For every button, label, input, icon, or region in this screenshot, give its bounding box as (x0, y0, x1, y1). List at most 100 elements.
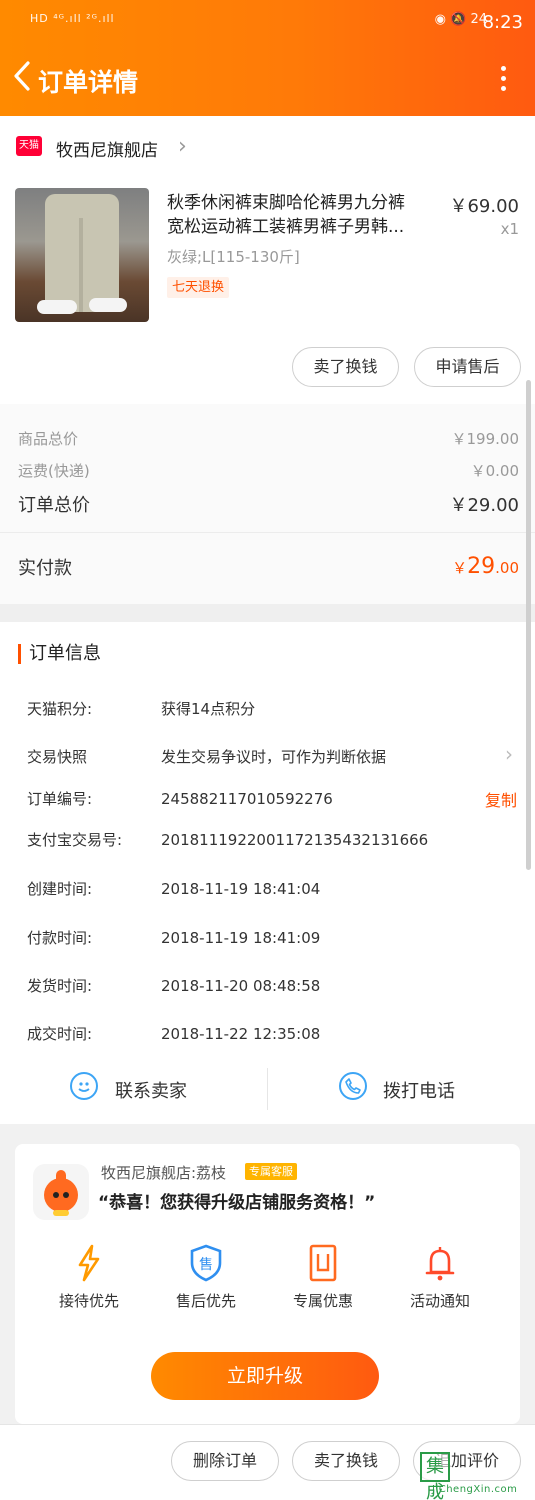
alipay-value: 2018111922001172135432131666 (161, 831, 429, 849)
created-label: 创建时间: (27, 880, 93, 898)
paid-decimal: .00 (495, 559, 519, 577)
created-row: 创建时间: 2018-11-19 18:41:04 (27, 878, 320, 899)
vip-service-card: 牧西尼旗舰店:荔枝 专属客服 “恭喜！您获得升级店铺服务资格！” 接待优先 售 … (15, 1144, 520, 1424)
pants-illustration (45, 194, 119, 312)
service-badge: 专属客服 (245, 1163, 297, 1180)
snapshot-label: 交易快照 (27, 748, 88, 766)
shipping-label: 运费(快递) (18, 462, 90, 480)
contact-seller-label: 联系卖家 (115, 1081, 187, 1102)
product-quantity: x1 (500, 220, 519, 238)
perk-label: 售后优先 (175, 1292, 236, 1310)
goods-total-value: ￥199.00 (451, 430, 520, 448)
tmall-badge: 天猫 (16, 136, 42, 156)
nav-bar: 订单详情 (0, 52, 535, 108)
app-header: HD ⁴ᴳ.ıll ²ᴳ.ıll ◉ 🔕 24 8:23 订单详情 (0, 0, 535, 116)
paid-integer: 29 (467, 554, 496, 579)
call-phone-button[interactable]: 拨打电话 (339, 1068, 519, 1112)
perk-priority-reception[interactable]: 接待优先 (39, 1244, 139, 1311)
order-number-value: 245882117010592276 (161, 790, 333, 808)
snapshot-value: 发生交易争议时，可作为判断依据 (161, 748, 387, 766)
watermark-logo: 集成网 (420, 1452, 450, 1500)
order-total-row: 订单总价 ￥29.00 (18, 491, 519, 517)
product-title-line2: 宽松运动裤工装裤男裤子男韩... (167, 217, 405, 237)
chat-icon (70, 1072, 98, 1100)
status-bar: HD ⁴ᴳ.ıll ²ᴳ.ıll ◉ 🔕 24 8:23 (0, 0, 535, 44)
delete-order-button[interactable]: 删除订单 (171, 1441, 279, 1481)
order-total-label: 订单总价 (18, 495, 90, 516)
snapshot-row[interactable]: 交易快照 发生交易争议时，可作为判断依据 (27, 746, 386, 767)
mascot-eye (53, 1192, 59, 1198)
mascot-bow (53, 1210, 69, 1216)
alipay-row: 支付宝交易号: 2018111922001172135432131666 (27, 829, 428, 850)
copy-button[interactable]: 复制 (485, 787, 517, 811)
completed-label: 成交时间: (27, 1025, 93, 1043)
return-policy-tag: 七天退换 (167, 277, 230, 298)
watermark: 集成网 JiChengXin.com (420, 1452, 532, 1500)
paid-time-row: 付款时间: 2018-11-19 18:41:09 (27, 927, 320, 948)
upgrade-button[interactable]: 立即升级 (151, 1352, 379, 1400)
call-phone-label: 拨打电话 (383, 1081, 455, 1102)
points-label: 天猫积分: (27, 700, 93, 718)
order-number-label: 订单编号: (27, 790, 93, 808)
shipping-row: 运费(快递) ￥0.00 (18, 460, 519, 481)
contact-seller-button[interactable]: 联系卖家 (70, 1068, 250, 1112)
shoe-left-shape (37, 300, 77, 314)
completed-row: 成交时间: 2018-11-22 12:35:08 (27, 1023, 320, 1044)
alipay-label: 支付宝交易号: (27, 831, 123, 849)
shipping-value: ￥0.00 (470, 462, 519, 480)
clock: 8:23 (482, 12, 523, 33)
product-title-line1: 秋季休闲裤束脚哈伦裤男九分裤 (167, 193, 405, 213)
coupon-icon (306, 1244, 340, 1282)
perk-label: 活动通知 (409, 1292, 470, 1310)
chevron-right-icon[interactable]: › (505, 742, 513, 766)
mascot-shape (44, 1170, 78, 1212)
divider (267, 1068, 268, 1110)
paid-time-label: 付款时间: (27, 929, 93, 947)
product-price: ￥69.00 (449, 196, 519, 217)
chevron-left-icon[interactable] (10, 60, 36, 92)
perk-after-sale[interactable]: 售 售后优先 (156, 1244, 256, 1311)
scrollbar[interactable] (526, 380, 531, 870)
avatar (33, 1164, 89, 1220)
goods-total-label: 商品总价 (18, 430, 79, 448)
points-value: 获得14点积分 (161, 700, 256, 718)
mascot-eye (63, 1192, 69, 1198)
paid-row: 实付款 ￥29.00 (18, 554, 519, 580)
paid-value: ￥29.00 (452, 554, 519, 579)
shipped-value: 2018-11-20 08:48:58 (161, 977, 321, 995)
shop-name: 牧西尼旗舰店 (56, 141, 158, 161)
goods-total-row: 商品总价 ￥199.00 (18, 428, 519, 449)
status-icons: ◉ 🔕 24 (434, 12, 487, 27)
order-info-heading: 订单信息 (18, 644, 101, 664)
sell-button[interactable]: 卖了换钱 (292, 347, 399, 387)
perk-label: 专属优惠 (292, 1292, 353, 1310)
more-vertical-icon[interactable] (501, 66, 509, 98)
after-sale-button[interactable]: 申请售后 (414, 347, 521, 387)
service-agent-name: 牧西尼旗舰店:荔枝 (101, 1164, 227, 1182)
service-message: “恭喜！您获得升级店铺服务资格！” (98, 1193, 376, 1213)
order-total-value: ￥29.00 (449, 495, 519, 516)
page-title: 订单详情 (38, 68, 139, 97)
shield-icon: 售 (189, 1244, 223, 1282)
lightning-icon (72, 1244, 106, 1282)
perk-exclusive-discount[interactable]: 专属优惠 (273, 1244, 373, 1311)
signal-indicators: HD ⁴ᴳ.ıll ²ᴳ.ıll (30, 12, 115, 25)
shipped-row: 发货时间: 2018-11-20 08:48:58 (27, 975, 320, 996)
section-gap (0, 604, 535, 622)
sell-button[interactable]: 卖了换钱 (292, 1441, 400, 1481)
perk-event-notify[interactable]: 活动通知 (390, 1244, 490, 1311)
watermark-url: JiChengXin.com (432, 1484, 518, 1495)
paid-symbol: ￥ (452, 559, 468, 577)
perk-label: 接待优先 (58, 1292, 119, 1310)
shoe-right-shape (89, 298, 127, 312)
shipped-label: 发货时间: (27, 977, 93, 995)
order-number-row: 订单编号: 245882117010592276 (27, 788, 333, 809)
paid-label: 实付款 (18, 558, 72, 579)
divider (0, 532, 535, 533)
product-sku: 灰绿;L[115-130斤] (167, 248, 300, 266)
phone-icon (339, 1072, 367, 1100)
paid-time-value: 2018-11-19 18:41:09 (161, 929, 321, 947)
product-title[interactable]: 秋季休闲裤束脚哈伦裤男九分裤 宽松运动裤工装裤男裤子男韩... (167, 191, 443, 239)
product-image[interactable] (15, 188, 149, 322)
points-row: 天猫积分: 获得14点积分 (27, 698, 255, 719)
